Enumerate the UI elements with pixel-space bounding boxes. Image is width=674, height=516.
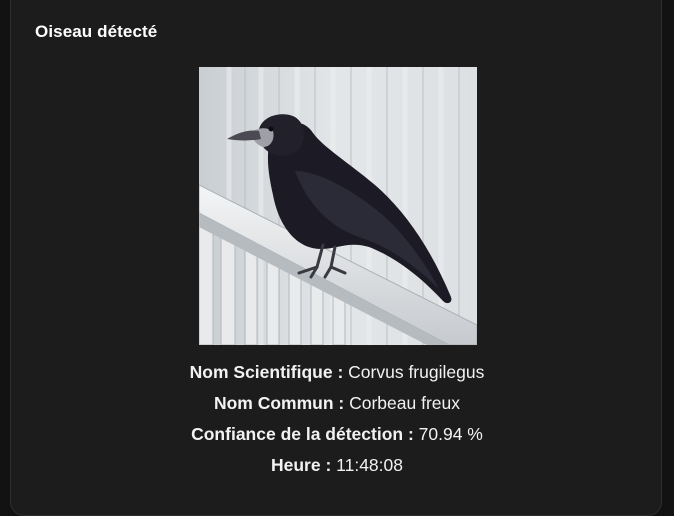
confidence-label: Confiance de la détection	[191, 424, 404, 444]
scientific-name-row: Nom Scientifique : Corvus frugilegus	[189, 362, 485, 382]
card-title: Oiseau détecté	[35, 22, 158, 41]
detection-details: Nom Scientifique : Corvus frugilegus Nom…	[11, 357, 663, 481]
common-name-value: Corbeau freux	[349, 393, 461, 413]
bird-photo	[199, 67, 477, 345]
confidence-row: Confiance de la détection : 70.94 %	[191, 424, 483, 444]
time-label: Heure	[271, 455, 321, 475]
confidence-value: 70.94 %	[418, 424, 483, 444]
time-row: Heure : 11:48:08	[271, 455, 403, 475]
scientific-name-label: Nom Scientifique	[189, 362, 333, 382]
bird-detection-card: Oiseau détecté Nom Scientifique: Corvus…	[10, 0, 662, 516]
time-value: 11:48:08	[336, 455, 403, 475]
common-name-row: Nom Commun : Corbeau freux	[213, 393, 461, 413]
scientific-name-value: Corvus frugilegus	[348, 362, 485, 382]
common-name-label: Nom Commun	[213, 393, 334, 413]
